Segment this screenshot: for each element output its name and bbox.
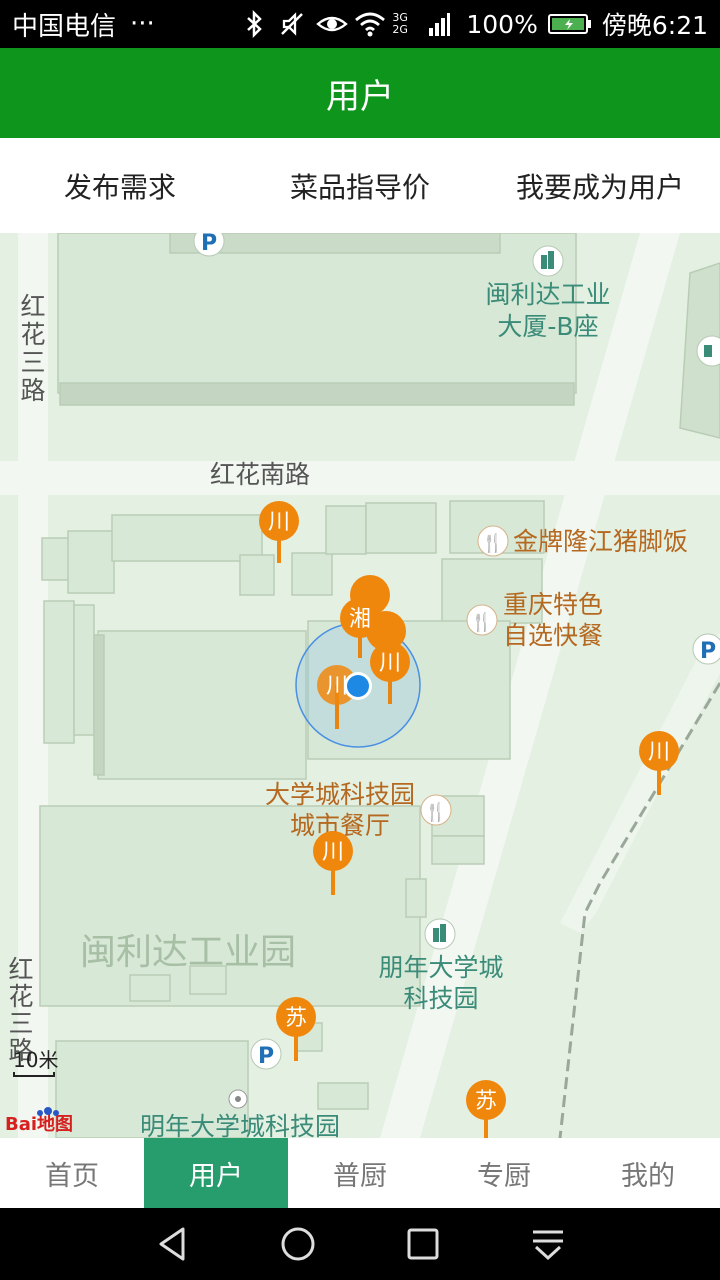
map-marker-jiangsu[interactable]: 苏	[466, 1080, 506, 1138]
svg-text:川: 川	[648, 740, 670, 765]
svg-text:P: P	[201, 233, 217, 256]
nav-user[interactable]: 用户	[144, 1138, 288, 1208]
status-bar: 中国电信 ··· 3G 2G 100% 傍晚6:21	[0, 0, 720, 48]
svg-text:花: 花	[8, 982, 33, 1011]
svg-text:三: 三	[20, 348, 45, 377]
notification-pull-icon[interactable]	[523, 1219, 573, 1269]
road-label-hongsan-top: 红花三路	[20, 292, 45, 405]
svg-text:🍴: 🍴	[425, 801, 447, 823]
poi-label-line: 重庆特色	[503, 590, 603, 619]
signal-icon	[428, 10, 456, 38]
poi-label: 金牌隆江猪脚饭	[513, 527, 688, 556]
svg-text:🍴: 🍴	[471, 611, 493, 633]
svg-text:🍴: 🍴	[482, 532, 504, 554]
tab-become-user[interactable]: 我要成为用户	[480, 166, 720, 206]
svg-text:川: 川	[379, 651, 401, 676]
svg-text:Bai地图: Bai地图	[5, 1113, 73, 1135]
poi-label-line: 大厦-B座	[497, 312, 598, 341]
nav-pro-chef[interactable]: 专厨	[432, 1138, 576, 1208]
svg-text:湘: 湘	[349, 607, 371, 632]
poi-label-line: 自选快餐	[503, 621, 603, 650]
home-icon[interactable]	[273, 1219, 323, 1269]
poi-label-line: 朋年大学城	[378, 953, 503, 982]
battery-icon	[547, 10, 592, 38]
network-type-label: 3G 2G	[392, 11, 408, 36]
parking-icon[interactable]: P	[692, 633, 720, 665]
mute-icon	[278, 10, 306, 38]
carrier-label: 中国电信	[12, 11, 117, 42]
title-bar: 用户	[0, 48, 720, 138]
eye-icon	[316, 10, 349, 38]
poi-label: 明年大学城科技园	[140, 1112, 340, 1138]
wifi-icon	[354, 10, 386, 38]
recents-icon[interactable]	[398, 1219, 448, 1269]
map-view[interactable]: 红花三路 红花南路 红花三路 闽利达工业 大厦-B座 🍴 金牌隆江猪脚饭 🍴 重…	[0, 233, 720, 1138]
poi-minlida-industrial-park: 闽利达工业园	[80, 932, 296, 973]
bluetooth-icon	[240, 9, 268, 39]
svg-text:川: 川	[268, 510, 290, 535]
svg-text:红: 红	[20, 292, 45, 321]
app-screen: 中国电信 ··· 3G 2G 100% 傍晚6:21 用户 发布需求 菜品指导价…	[0, 0, 720, 1280]
poi-label-line: 闽利达工业	[485, 280, 610, 309]
svg-text:P: P	[258, 1044, 274, 1069]
system-navigation-bar	[0, 1208, 720, 1280]
svg-text:苏: 苏	[475, 1089, 497, 1114]
battery-percent: 100%	[466, 9, 538, 39]
current-location-dot	[344, 672, 372, 700]
svg-text:花: 花	[20, 320, 45, 349]
poi-label-line: 科技园	[403, 984, 478, 1013]
poi-label-line: 大学城科技园	[265, 780, 415, 809]
svg-text:路: 路	[20, 376, 45, 405]
svg-text:10米: 10米	[13, 1048, 58, 1072]
nav-regular-chef[interactable]: 普厨	[288, 1138, 432, 1208]
svg-text:红: 红	[8, 955, 33, 984]
tab-publish-demand[interactable]: 发布需求	[0, 166, 240, 206]
page-title: 用户	[326, 76, 394, 117]
nav-home[interactable]: 首页	[0, 1138, 144, 1208]
top-action-tabs: 发布需求 菜品指导价 我要成为用户	[0, 138, 720, 233]
tab-dish-price-guide[interactable]: 菜品指导价	[240, 166, 480, 206]
svg-text:川: 川	[322, 840, 344, 865]
svg-text:苏: 苏	[285, 1006, 307, 1031]
more-indicator: ···	[130, 9, 155, 39]
nav-mine[interactable]: 我的	[576, 1138, 720, 1208]
svg-text:P: P	[700, 639, 716, 664]
back-icon[interactable]	[148, 1219, 198, 1269]
clock: 傍晚6:21	[601, 11, 708, 40]
svg-text:三: 三	[8, 1009, 33, 1038]
road-label-hongnan: 红花南路	[210, 460, 310, 489]
map-scale: 10米	[13, 1048, 58, 1077]
parking-icon[interactable]: P	[250, 1038, 282, 1070]
bottom-navigation: 首页 用户 普厨 专厨 我的	[0, 1138, 720, 1208]
